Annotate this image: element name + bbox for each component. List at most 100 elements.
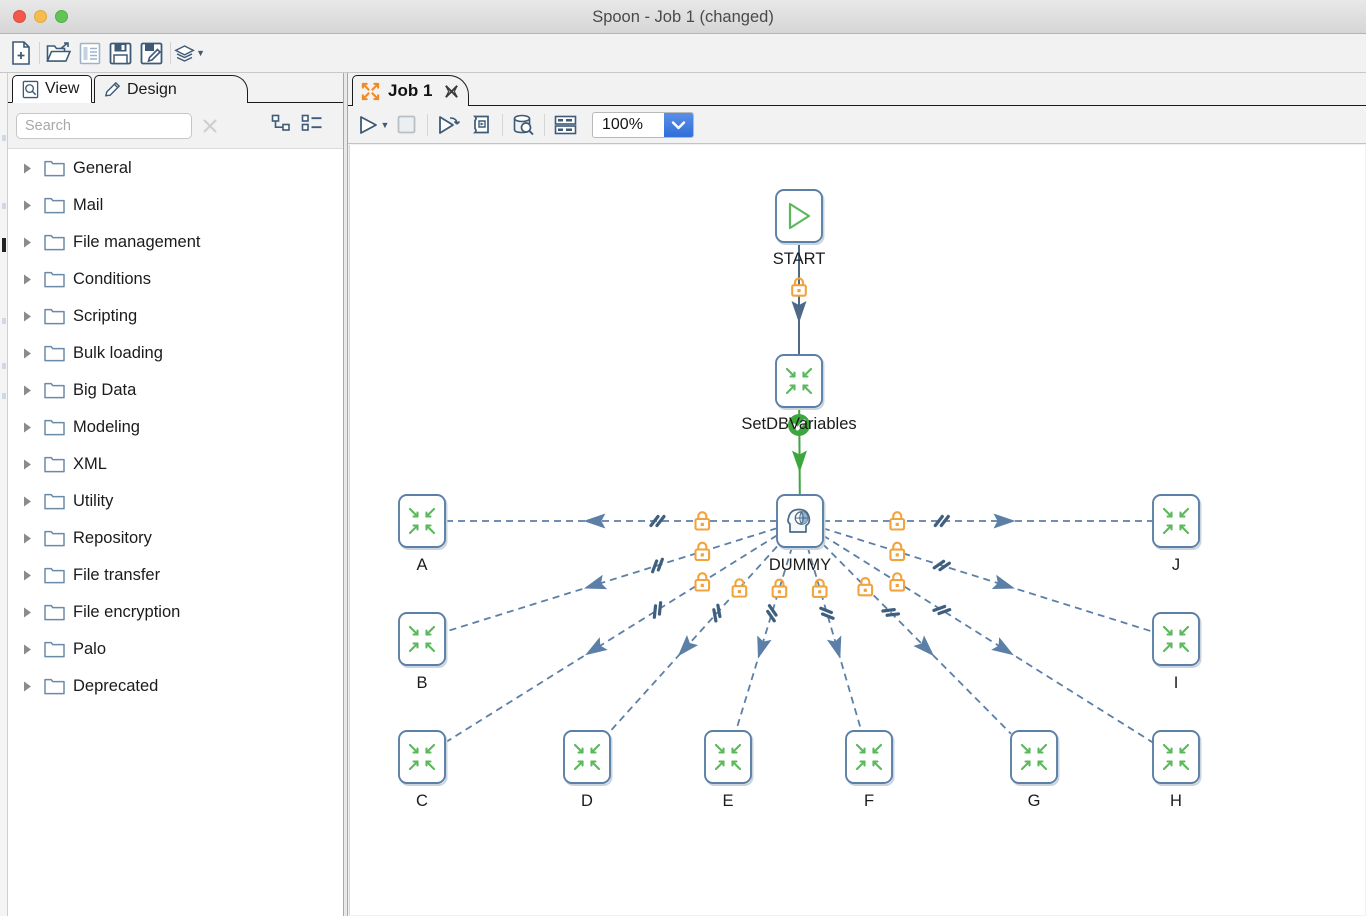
job-arrows-icon — [360, 81, 381, 102]
node-b[interactable] — [399, 613, 447, 667]
run-button[interactable]: ▼ — [357, 110, 390, 140]
tree-item-label: File transfer — [73, 566, 160, 585]
hop-DUMMY-to-B[interactable] — [445, 528, 777, 632]
design-palette-panel: Design View — [8, 73, 343, 916]
expand-arrow-icon[interactable] — [22, 310, 36, 323]
hop-lock-icon[interactable] — [813, 580, 827, 597]
zoom-select[interactable]: 100% — [592, 112, 694, 138]
job-canvas[interactable]: STARTSetDBVariablesDUMMYABCDEFGHIJ — [349, 145, 1365, 915]
tab-job-1[interactable]: Job 1 — [352, 75, 469, 106]
tree-item-general[interactable]: General — [8, 150, 343, 187]
node-start[interactable] — [776, 190, 824, 244]
hop-DUMMY-to-G[interactable] — [823, 544, 1011, 734]
spoon-window: Spoon - Job 1 (changed) — [0, 0, 1366, 916]
hop-lock-icon[interactable] — [890, 512, 904, 529]
explore-repository-button[interactable] — [74, 38, 105, 69]
node-j[interactable] — [1153, 495, 1201, 549]
expand-all-button[interactable] — [301, 114, 323, 137]
expand-arrow-icon[interactable] — [22, 421, 36, 434]
collapsed-panel-edge[interactable] — [0, 73, 8, 916]
expand-arrow-icon[interactable] — [22, 199, 36, 212]
node-a[interactable] — [399, 495, 447, 549]
node-c[interactable] — [399, 731, 447, 785]
node-label-j: J — [1172, 556, 1180, 575]
hop-lock-icon[interactable] — [859, 578, 873, 595]
node-h[interactable] — [1153, 731, 1201, 785]
tree-item-palo[interactable]: Palo — [8, 631, 343, 668]
node-e[interactable] — [705, 731, 753, 785]
tree-item-xml[interactable]: XML — [8, 446, 343, 483]
metrics-grid-icon — [554, 115, 577, 135]
tree-item-mail[interactable]: Mail — [8, 187, 343, 224]
hop-DUMMY-to-D[interactable] — [610, 546, 777, 731]
perspective-button[interactable]: ▼ — [174, 38, 205, 69]
stop-square-icon — [396, 114, 417, 135]
tab-job-1-label: Job 1 — [388, 81, 432, 101]
tree-item-deprecated[interactable]: Deprecated — [8, 668, 343, 705]
job-entry-tree[interactable]: GeneralMailFile managementConditionsScri… — [8, 150, 343, 916]
tree-item-repository[interactable]: Repository — [8, 520, 343, 557]
expand-arrow-icon[interactable] — [22, 495, 36, 508]
node-f[interactable] — [846, 731, 894, 785]
metrics-button[interactable] — [549, 110, 582, 140]
node-d[interactable] — [564, 731, 612, 785]
tree-item-file-encryption[interactable]: File encryption — [8, 594, 343, 631]
expand-arrow-icon[interactable] — [22, 458, 36, 471]
tree-item-scripting[interactable]: Scripting — [8, 298, 343, 335]
node-dummy[interactable] — [777, 495, 825, 549]
expand-arrow-icon[interactable] — [22, 162, 36, 175]
node-g[interactable] — [1011, 731, 1059, 785]
new-file-button[interactable] — [5, 38, 36, 69]
tree-item-file-management[interactable]: File management — [8, 224, 343, 261]
expand-arrow-icon[interactable] — [22, 532, 36, 545]
open-file-button[interactable] — [43, 38, 74, 69]
sql-button[interactable] — [507, 110, 540, 140]
tree-item-modeling[interactable]: Modeling — [8, 409, 343, 446]
zoom-dropdown-button[interactable] — [664, 113, 693, 137]
expand-arrow-icon[interactable] — [22, 236, 36, 249]
tree-item-bulk-loading[interactable]: Bulk loading — [8, 335, 343, 372]
hop-lock-icon[interactable] — [733, 579, 747, 596]
node-box — [1153, 495, 1199, 547]
save-button[interactable] — [105, 38, 136, 69]
tab-design[interactable]: Design — [94, 75, 248, 103]
stop-button[interactable] — [390, 110, 423, 140]
node-box — [399, 731, 445, 783]
preview-button[interactable] — [432, 110, 465, 140]
hop-lock-icon[interactable] — [696, 543, 710, 560]
hop-lock-icon[interactable] — [696, 512, 710, 529]
tree-item-big-data[interactable]: Big Data — [8, 372, 343, 409]
hop-DUMMY-to-J[interactable] — [823, 512, 1153, 529]
tree-item-utility[interactable]: Utility — [8, 483, 343, 520]
tree-item-file-transfer[interactable]: File transfer — [8, 557, 343, 594]
hop-DUMMY-to-I[interactable] — [823, 528, 1153, 632]
expand-arrow-icon[interactable] — [22, 384, 36, 397]
tab-view[interactable]: View — [12, 75, 92, 103]
parallel-marker-icon — [766, 606, 778, 621]
expand-arrow-icon[interactable] — [22, 606, 36, 619]
hop-lock-icon[interactable] — [773, 580, 787, 597]
hop-DUMMY-to-A[interactable] — [445, 512, 777, 529]
collapse-all-button[interactable] — [271, 114, 291, 137]
hop-DUMMY-to-C[interactable] — [445, 535, 777, 742]
tree-item-conditions[interactable]: Conditions — [8, 261, 343, 298]
save-as-button[interactable] — [136, 38, 167, 69]
expand-arrow-icon[interactable] — [22, 347, 36, 360]
tree-item-label: Deprecated — [73, 677, 158, 696]
debug-button[interactable] — [465, 110, 498, 140]
expand-arrow-icon[interactable] — [22, 680, 36, 693]
expand-arrow-icon[interactable] — [22, 643, 36, 656]
hop-lock-icon[interactable] — [696, 573, 710, 590]
search-input[interactable] — [16, 113, 192, 139]
expand-arrow-icon[interactable] — [22, 273, 36, 286]
node-label-i: I — [1174, 674, 1179, 693]
tree-item-label: Repository — [73, 529, 152, 548]
expand-arrow-icon[interactable] — [22, 569, 36, 582]
clear-search-button[interactable] — [195, 113, 225, 139]
hop-lock-icon[interactable] — [890, 543, 904, 560]
node-i[interactable] — [1153, 613, 1201, 667]
folder-icon — [44, 456, 65, 473]
hop-arrowhead — [581, 637, 608, 661]
canvas-toolbar: ▼ — [348, 106, 1366, 144]
hop-lock-icon[interactable] — [890, 573, 904, 590]
